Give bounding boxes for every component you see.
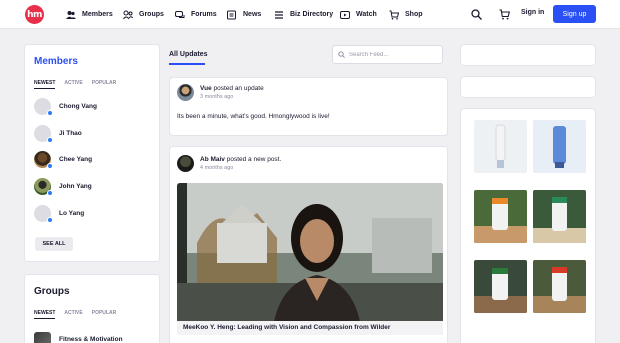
active-tab-indicator — [169, 63, 205, 65]
site-logo[interactable]: hm — [25, 5, 44, 24]
product-image — [533, 260, 586, 313]
member-name[interactable]: John Yang — [59, 183, 92, 190]
cart-icon[interactable] — [499, 9, 510, 20]
member-item[interactable]: John Yang — [34, 177, 92, 196]
directory-icon — [275, 10, 283, 19]
online-status-icon — [47, 189, 53, 196]
members-widget-title: Members — [34, 56, 78, 67]
video-title[interactable]: MeeKoo Y. Heng: Leading with Vision and … — [177, 321, 443, 335]
group-item[interactable]: Fitness & Motivation — [34, 332, 123, 343]
post-author[interactable]: Vue — [200, 85, 212, 92]
activity-post: Ab Maiv posted a new post. 4 months ago … — [169, 146, 448, 343]
post-header: Vue posted an update 3 months ago — [177, 84, 264, 102]
member-item[interactable]: Chee Yang — [34, 150, 92, 169]
member-item[interactable]: Ji Thao — [34, 124, 82, 143]
groups-tab-active[interactable]: ACTIVE — [64, 310, 82, 319]
post-timestamp[interactable]: 3 months ago — [200, 93, 264, 102]
search-icon — [338, 51, 345, 58]
post-author[interactable]: Ab Maiv — [200, 156, 225, 163]
nav-watch-label: Watch — [356, 11, 377, 18]
online-status-icon — [47, 136, 53, 143]
members-icon — [66, 10, 76, 19]
nav-biz-directory-label: Biz Directory — [290, 11, 334, 18]
forums-icon — [175, 10, 185, 18]
product-thumbnail[interactable] — [474, 190, 527, 243]
member-item[interactable]: Lo Yang — [34, 204, 84, 223]
groups-widget-title: Groups — [34, 286, 70, 297]
members-tab-newest[interactable]: NEWEST — [34, 80, 56, 89]
news-icon — [227, 10, 236, 19]
shop-icon — [389, 10, 399, 20]
product-thumbnail[interactable] — [533, 120, 586, 173]
post-action: posted an update — [211, 85, 264, 92]
members-widget: Members NEWEST ACTIVE POPULAR Chong Vang… — [24, 44, 160, 262]
tab-all-updates[interactable]: All Updates — [169, 51, 208, 58]
top-nav-bar: hm Members Groups Forums News Biz Direct… — [0, 0, 620, 29]
product-image — [495, 124, 506, 168]
nav-members[interactable]: Members — [66, 8, 113, 21]
watch-icon — [340, 10, 350, 19]
search-icon[interactable] — [471, 9, 482, 20]
see-all-button[interactable]: SEE ALL — [35, 237, 73, 251]
video-thumbnail — [177, 183, 443, 335]
nav-forums-label: Forums — [191, 11, 217, 18]
groups-icon — [123, 10, 133, 19]
activity-post: Vue posted an update 3 months ago Its be… — [169, 77, 448, 136]
right-widget-empty — [460, 76, 596, 98]
video-embed[interactable]: MeeKoo Y. Heng: Leading with Vision and … — [177, 183, 443, 335]
nav-forums[interactable]: Forums — [175, 8, 217, 21]
online-status-icon — [47, 109, 53, 116]
avatar — [34, 204, 53, 223]
product-image — [474, 260, 527, 313]
nav-shop[interactable]: Shop — [389, 8, 423, 21]
post-action: posted a new post. — [224, 156, 282, 163]
groups-tab-popular[interactable]: POPULAR — [92, 310, 116, 319]
members-tab-popular[interactable]: POPULAR — [92, 80, 116, 89]
online-status-icon — [47, 162, 53, 169]
avatar — [34, 177, 53, 196]
group-thumbnail — [34, 332, 51, 343]
member-item[interactable]: Chong Vang — [34, 97, 97, 116]
search-feed-input[interactable] — [349, 51, 439, 58]
online-status-icon — [47, 216, 53, 223]
member-name[interactable]: Chee Yang — [59, 156, 92, 163]
nav-watch[interactable]: Watch — [340, 8, 377, 21]
nav-shop-label: Shop — [405, 11, 423, 18]
members-tab-active[interactable]: ACTIVE — [64, 80, 82, 89]
avatar — [34, 124, 53, 143]
product-thumbnail[interactable] — [474, 260, 527, 313]
groups-tab-newest[interactable]: NEWEST — [34, 310, 56, 319]
product-image — [474, 190, 527, 243]
sign-up-button[interactable]: Sign up — [553, 5, 596, 23]
members-tabs: NEWEST ACTIVE POPULAR — [34, 80, 116, 89]
nav-news-label: News — [243, 11, 262, 18]
groups-widget: Groups NEWEST ACTIVE POPULAR Fitness & M… — [24, 274, 160, 343]
nav-groups-label: Groups — [139, 11, 164, 18]
post-timestamp[interactable]: 4 months ago — [200, 164, 281, 173]
member-name[interactable]: Ji Thao — [59, 130, 82, 137]
right-widget-empty — [460, 44, 596, 66]
avatar — [34, 97, 53, 116]
nav-biz-directory[interactable]: Biz Directory — [274, 8, 333, 21]
group-name[interactable]: Fitness & Motivation — [59, 336, 123, 343]
product-thumbnail[interactable] — [533, 190, 586, 243]
avatar[interactable] — [177, 84, 194, 101]
post-content: Its been a minute, what's good. Hmonglyw… — [177, 113, 330, 120]
avatar[interactable] — [177, 155, 194, 172]
feed-search[interactable] — [332, 45, 443, 64]
groups-tabs: NEWEST ACTIVE POPULAR — [34, 310, 116, 319]
sign-in-link[interactable]: Sign in — [521, 9, 544, 16]
nav-groups[interactable]: Groups — [123, 8, 164, 21]
member-name[interactable]: Chong Vang — [59, 103, 97, 110]
product-image — [553, 126, 566, 168]
product-image — [533, 190, 586, 243]
nav-news[interactable]: News — [227, 8, 261, 21]
shop-products-widget — [460, 108, 596, 343]
avatar — [34, 150, 53, 169]
member-name[interactable]: Lo Yang — [59, 210, 84, 217]
product-thumbnail[interactable] — [533, 260, 586, 313]
product-thumbnail[interactable] — [474, 120, 527, 173]
post-header: Ab Maiv posted a new post. 4 months ago — [177, 155, 281, 173]
nav-members-label: Members — [82, 11, 113, 18]
